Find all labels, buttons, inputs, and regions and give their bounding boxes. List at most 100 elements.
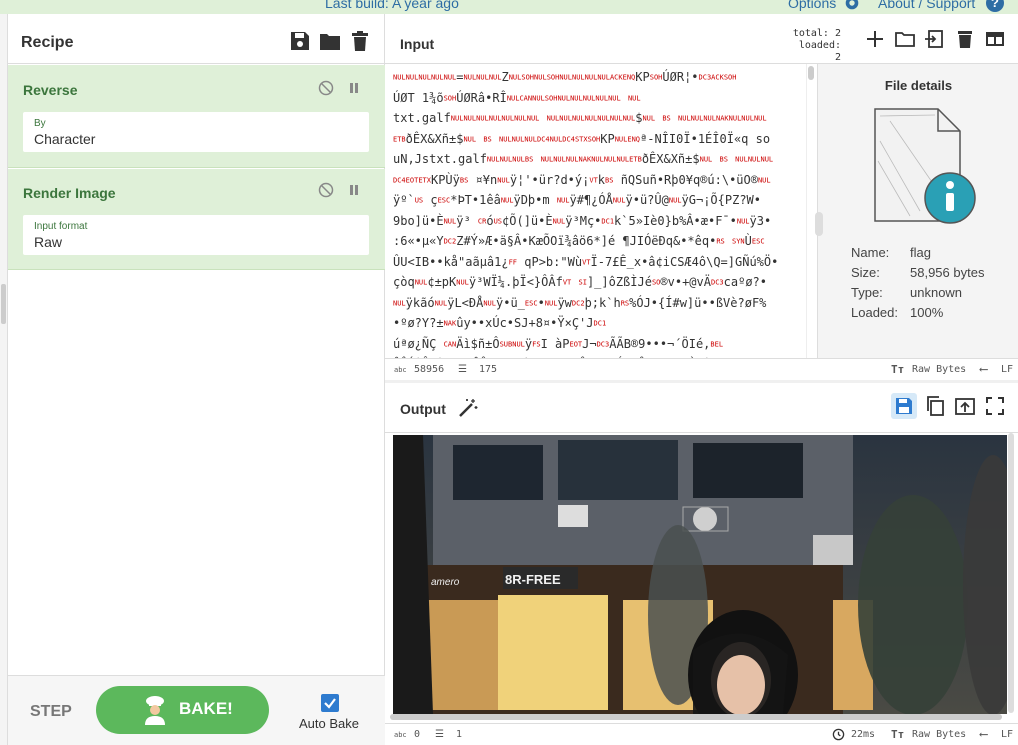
file-loaded-row: Loaded: 100%: [851, 305, 943, 320]
folder-open-icon[interactable]: [319, 30, 341, 52]
operation-reverse[interactable]: Reverse By Character: [8, 65, 385, 168]
output-image: 8R-FREE amero: [393, 435, 1007, 714]
maximise-icon[interactable]: [984, 395, 1006, 417]
file-details-panel: File details Name: flag Size: 58,956 bytes…: [817, 64, 1018, 358]
input-scrollbar-thumb[interactable]: [808, 66, 814, 80]
file-details-toggle-handle[interactable]: [815, 212, 823, 236]
clear-input-trash-icon[interactable]: [954, 28, 976, 50]
operation-title: Render Image: [23, 185, 116, 201]
input-line: NULNULNULNULNUL=NULNULNULZNULSOHNULSOHNU…: [393, 70, 737, 84]
input-line: DC4EOTETXKPÙÿBS ¤¥nNULÿ¦'•ür?d•ý¡VTkBS ñ…: [393, 172, 771, 187]
output-scrollbar-vertical[interactable]: [1008, 433, 1014, 713]
eol-arrow-icon[interactable]: ⟵: [980, 362, 987, 376]
disable-icon[interactable]: [318, 80, 334, 96]
lines-icon: ☰: [435, 729, 444, 740]
chars-icon: abc: [394, 366, 407, 374]
trash-icon[interactable]: [349, 30, 371, 52]
input-line: ÛU<IB••kå"aãµâ1¿FF qP>b:"WùVTÏ-7£Ê_x•â¢i…: [393, 254, 779, 269]
output-header: Output: [385, 383, 1018, 433]
output-title: Output: [400, 401, 446, 417]
chars-icon: abc: [394, 731, 407, 739]
reset-layout-icon[interactable]: [984, 28, 1006, 50]
input-line: :6«•µ«YDC2Z#Ý»Æ•ä§Â•KæÕOï¾âö6*]é ¶JIÓëÐq…: [393, 234, 765, 248]
input-scrollbar-track: [806, 64, 816, 358]
input-line: úªø¿ÑÇ CANÄì$ñ±ÔSUBNULÿFSI àPEOTJ¬DC3ÃÃB…: [393, 336, 724, 351]
input-line: 9bo]ü•ÈNULÿ³ CRóUS¢Õ(]ü•ÈNULÿ³Mç•DC1k`5»…: [393, 213, 772, 228]
file-name-value: flag: [910, 245, 931, 260]
output-char-count: 0: [414, 729, 421, 740]
input-raw-bytes[interactable]: Raw Bytes: [912, 364, 966, 375]
open-folder-icon[interactable]: [894, 28, 916, 50]
raw-bytes-icon[interactable]: Tт: [891, 363, 904, 376]
file-size-value: 58,956 bytes: [910, 265, 985, 280]
output-status-bar: abc 0 ☰ 1 22ms Tт Raw Bytes ⟵ LF: [385, 723, 1018, 745]
output-eol[interactable]: LF: [1001, 729, 1013, 740]
pause-icon[interactable]: [346, 80, 362, 96]
input-status-bar: abc 58956 ☰ 175 Tт Raw Bytes ⟵ LF: [385, 358, 1018, 380]
left-scrollbar-thumb[interactable]: [1, 284, 6, 324]
by-field[interactable]: By Character: [23, 112, 369, 152]
left-scroll-strip: [0, 14, 8, 745]
save-output-button[interactable]: [891, 393, 917, 419]
file-loaded-key: Loaded:: [851, 305, 898, 320]
chef-icon: [145, 696, 165, 725]
file-type-row: Type: unknown: [851, 285, 962, 300]
input-line: çòqNUL¢±pKNULÿ³WÏ¼.þÏ<}ÔÂfVT SI]_]ôZßÌJé…: [393, 275, 767, 289]
input-line: ÿº`US çESC*ÞT•1êâNULÿDþ•m NULÿ#¶¿ÓÅNULÿ•…: [393, 193, 761, 207]
help-icon[interactable]: ?: [986, 0, 1004, 12]
recipe-header: Recipe: [8, 14, 384, 64]
step-button[interactable]: STEP: [30, 703, 72, 721]
top-banner: Last build: A year ago Options About / S…: [0, 0, 1018, 14]
output-raw-bytes[interactable]: Raw Bytes: [912, 729, 966, 740]
file-name-row: Name: flag: [851, 245, 931, 260]
last-build-text: Last build: A year ago: [325, 0, 459, 11]
raw-bytes-icon[interactable]: Tт: [891, 728, 904, 741]
input-line: uN,Jstxt.galfNULNULNULBS NULNULNULNAKNUL…: [393, 152, 774, 166]
store-name-text: amero: [431, 577, 460, 588]
copy-output-icon[interactable]: [924, 395, 946, 417]
about-support-link[interactable]: About / Support: [878, 0, 975, 11]
input-line: •ºø?Y?±NAKûy••xÚc•SJ+8¤•Ÿ×Ç'JDC1: [393, 316, 607, 330]
loaded-label: loaded:: [798, 40, 841, 51]
file-loaded-value: 100%: [910, 305, 944, 320]
add-input-icon[interactable]: [864, 28, 886, 50]
input-textarea[interactable]: NULNULNULNULNUL=NULNULNULZNULSOHNULSOHNU…: [385, 64, 810, 358]
save-icon: [896, 398, 912, 414]
input-format-value: Raw: [34, 234, 63, 250]
rendered-photo: 8R-FREE amero: [393, 435, 1007, 714]
io-panels: Input total: 2 loaded: 2 NULNULNULNULNUL…: [385, 14, 1018, 745]
pause-icon[interactable]: [346, 182, 362, 198]
input-eol[interactable]: LF: [1001, 364, 1013, 375]
input-format-label: Input format: [34, 221, 88, 232]
auto-bake-checkbox[interactable]: [321, 694, 339, 712]
by-value: Character: [34, 131, 96, 147]
disable-icon[interactable]: [318, 182, 334, 198]
input-line: ETBðÊX&Xñ±$NUL BS NULNULNULDC4NULDC4STXS…: [393, 131, 771, 146]
input-header: Input total: 2 loaded: 2: [385, 14, 1018, 64]
options-link[interactable]: Options: [788, 0, 836, 11]
file-size-key: Size:: [851, 265, 880, 280]
gear-icon[interactable]: [843, 0, 861, 12]
file-name-key: Name:: [851, 245, 890, 260]
bake-area: STEP BAKE! Auto Bake: [8, 675, 385, 745]
file-type-value: unknown: [910, 285, 963, 300]
file-type-key: Type:: [851, 285, 883, 300]
total-label: total:: [792, 28, 829, 39]
replace-input-icon[interactable]: [954, 395, 976, 417]
eol-arrow-icon[interactable]: ⟵: [980, 727, 987, 741]
load-file-icon[interactable]: [923, 28, 945, 50]
input-format-field[interactable]: Input format Raw: [23, 215, 369, 255]
input-title: Input: [400, 36, 435, 52]
file-info-icon: [874, 108, 976, 224]
lines-icon: ☰: [458, 364, 467, 375]
output-scrollbar-horizontal[interactable]: [390, 714, 1002, 720]
magic-wand-icon[interactable]: [457, 397, 479, 419]
operation-render-image[interactable]: Render Image Input format Raw: [8, 169, 385, 270]
input-line: txt.galfNULNULNULNULNULNULNUL NULNULNULN…: [393, 111, 767, 125]
output-line-count: 1: [456, 729, 463, 740]
input-totals: total: 2 loaded: 2: [787, 28, 841, 64]
save-recipe-icon[interactable]: [289, 30, 311, 52]
bake-button[interactable]: BAKE!: [96, 686, 269, 734]
operation-title: Reverse: [23, 82, 78, 98]
recipe-title: Recipe: [21, 34, 74, 51]
